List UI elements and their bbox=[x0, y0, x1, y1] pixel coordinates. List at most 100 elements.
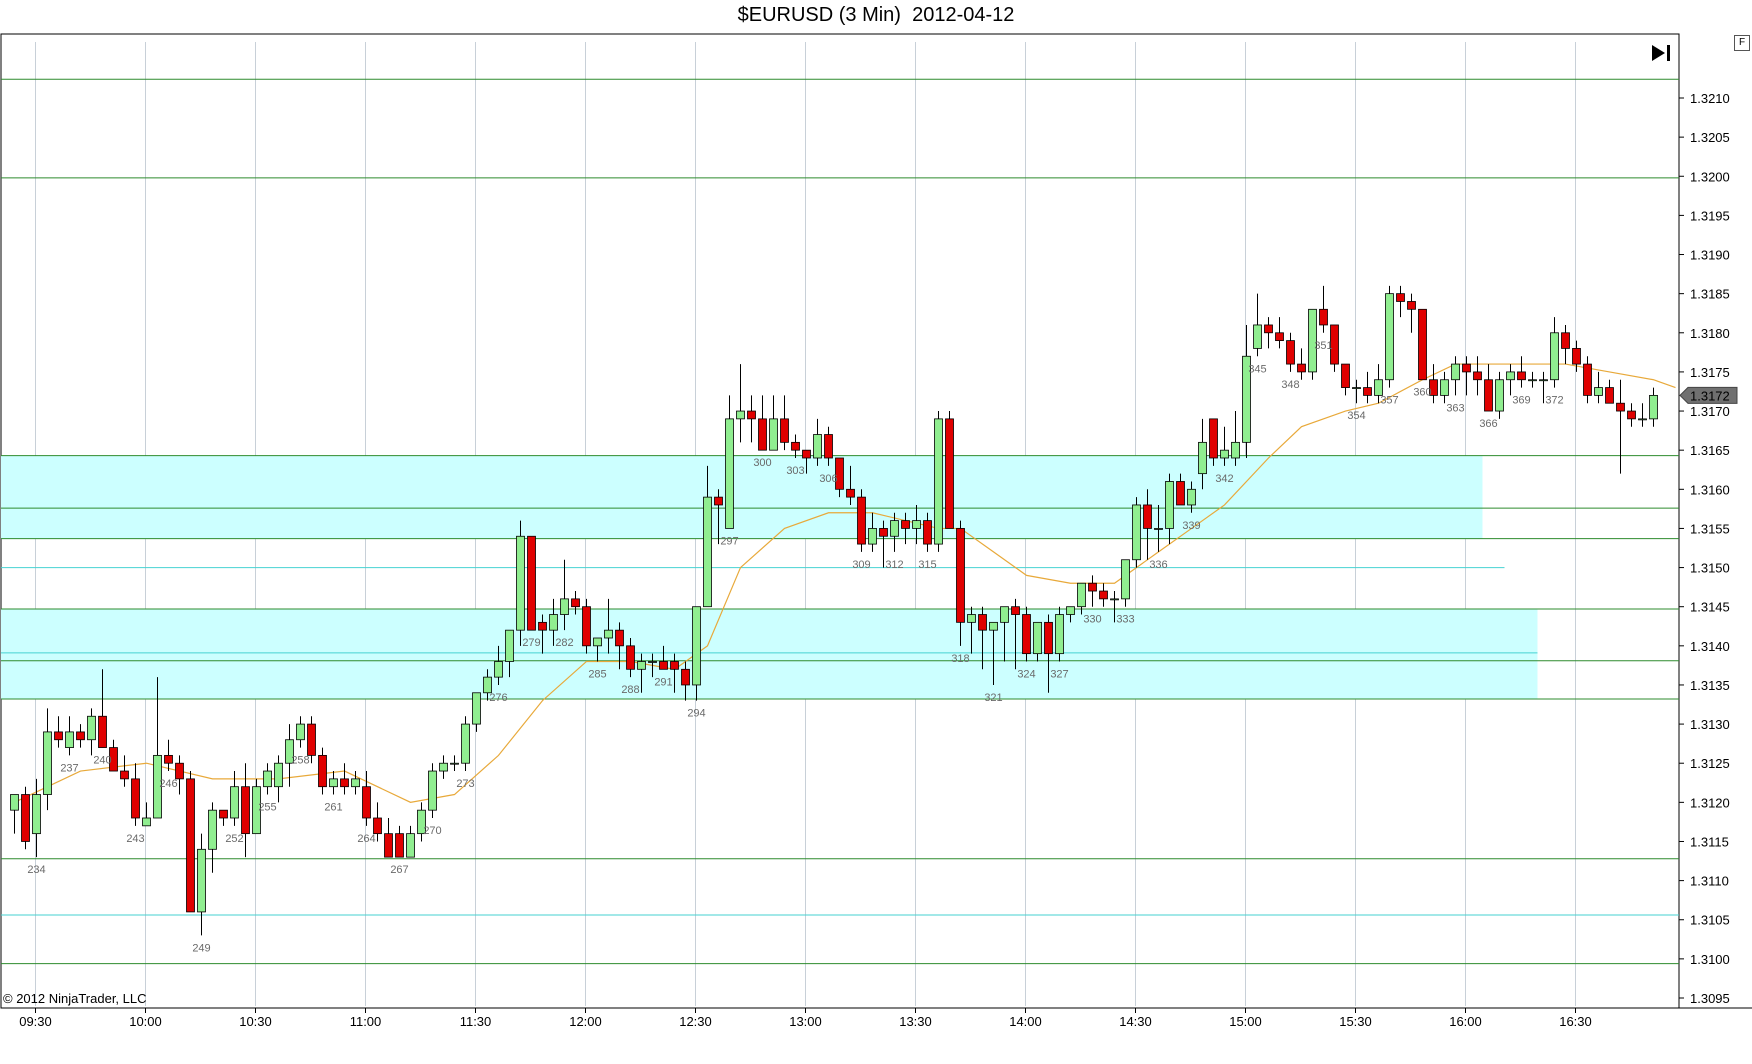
candle-body bbox=[1363, 387, 1372, 396]
candle-body bbox=[1451, 363, 1460, 381]
candle-body bbox=[890, 520, 899, 537]
candle bbox=[1264, 317, 1273, 349]
bar-number-label: 309 bbox=[852, 559, 870, 571]
bar-number-label: 285 bbox=[588, 668, 606, 680]
candle bbox=[329, 771, 338, 795]
candle-body bbox=[274, 762, 283, 788]
candle bbox=[65, 716, 74, 756]
x-tick-label: 10:30 bbox=[239, 1014, 272, 1029]
candle-body bbox=[373, 817, 382, 835]
bar-number-label: 354 bbox=[1347, 410, 1365, 422]
candle bbox=[758, 395, 767, 451]
candle-body bbox=[637, 661, 646, 670]
bar-number-label: 315 bbox=[918, 559, 936, 571]
candle bbox=[1132, 497, 1141, 568]
x-tick-label: 10:00 bbox=[129, 1014, 162, 1029]
y-tick-label: 1.3140 bbox=[1690, 639, 1730, 654]
candle bbox=[1088, 575, 1097, 607]
candle-body bbox=[1616, 402, 1625, 412]
candle bbox=[197, 833, 206, 936]
candle-body bbox=[989, 621, 998, 631]
candle-body bbox=[626, 645, 635, 670]
candle bbox=[857, 489, 866, 552]
bar-number-label: 240 bbox=[93, 755, 111, 767]
candle-body bbox=[1352, 387, 1361, 389]
y-tick-label: 1.3210 bbox=[1690, 91, 1730, 106]
candle-body bbox=[175, 762, 184, 780]
f-button[interactable]: F bbox=[1734, 35, 1750, 51]
candle-body bbox=[516, 535, 525, 631]
candle-body bbox=[1407, 301, 1416, 310]
candle-body bbox=[1539, 379, 1548, 382]
bar-number-label: 270 bbox=[423, 825, 441, 837]
candle-body bbox=[461, 723, 470, 764]
zone-rect bbox=[1, 455, 1483, 539]
candle-body bbox=[582, 606, 591, 647]
candle-body bbox=[483, 676, 492, 694]
candle-body bbox=[494, 661, 503, 678]
candle-body bbox=[384, 833, 393, 858]
y-tick-label: 1.3130 bbox=[1690, 717, 1730, 732]
candle-body bbox=[164, 754, 173, 764]
bar-number-label: 291 bbox=[654, 676, 672, 688]
candle bbox=[1022, 606, 1031, 662]
candle-body bbox=[65, 731, 74, 748]
x-tick-label: 15:30 bbox=[1339, 1014, 1372, 1029]
candle bbox=[450, 755, 459, 772]
zones bbox=[1, 455, 1538, 700]
last-price-marker: 1.3172 bbox=[1679, 386, 1738, 404]
bar-number-label: 366 bbox=[1479, 418, 1497, 430]
bar-number-label: 357 bbox=[1380, 395, 1398, 407]
candle bbox=[186, 771, 195, 913]
y-tick-label: 1.3145 bbox=[1690, 600, 1730, 615]
bar-number-label: 264 bbox=[357, 833, 375, 845]
candle bbox=[582, 598, 591, 654]
candle-body bbox=[1561, 332, 1570, 349]
candle-body bbox=[769, 418, 778, 451]
candle bbox=[43, 708, 52, 811]
candle-body bbox=[1044, 621, 1053, 655]
candle bbox=[461, 716, 470, 772]
last-price-label: 1.3172 bbox=[1690, 388, 1730, 403]
candle-body bbox=[813, 434, 822, 459]
candle bbox=[439, 755, 448, 779]
candle bbox=[208, 802, 217, 873]
y-tick-label: 1.3160 bbox=[1690, 482, 1730, 497]
candle-body bbox=[967, 614, 976, 623]
candle-body bbox=[428, 770, 437, 811]
candle-body bbox=[1396, 293, 1405, 302]
candle-body bbox=[1033, 621, 1042, 655]
candle bbox=[1319, 285, 1328, 333]
candle bbox=[527, 535, 536, 631]
candle-body bbox=[329, 778, 338, 788]
bar-number-label: 348 bbox=[1281, 379, 1299, 391]
candle-body bbox=[76, 731, 85, 741]
candle-body bbox=[1000, 606, 1009, 623]
x-tick-label: 09:30 bbox=[19, 1014, 52, 1029]
candle-body bbox=[241, 786, 250, 835]
candle bbox=[1253, 293, 1262, 357]
candle bbox=[1275, 317, 1284, 349]
candle bbox=[362, 771, 371, 826]
candle-body bbox=[450, 762, 459, 765]
candle-body bbox=[1121, 559, 1130, 600]
candle-body bbox=[1374, 379, 1383, 396]
candle bbox=[1418, 308, 1427, 381]
candle bbox=[54, 716, 63, 748]
candle bbox=[747, 395, 756, 443]
candle bbox=[1572, 340, 1581, 372]
y-tick-label: 1.3205 bbox=[1690, 130, 1730, 145]
candle bbox=[1286, 332, 1295, 372]
bar-number-label: 336 bbox=[1149, 559, 1167, 571]
y-tick-label: 1.3200 bbox=[1690, 169, 1730, 184]
candle-body bbox=[395, 833, 404, 858]
bar-number-label: 330 bbox=[1083, 614, 1101, 626]
y-tick-label: 1.3110 bbox=[1690, 874, 1729, 889]
bar-number-label: 345 bbox=[1248, 363, 1266, 375]
candle-body bbox=[142, 817, 151, 827]
candle bbox=[516, 520, 525, 646]
skip-to-end-button[interactable] bbox=[1648, 40, 1674, 66]
bar-number-label: 252 bbox=[225, 833, 243, 845]
candle-body bbox=[791, 441, 800, 451]
candle-body bbox=[1198, 441, 1207, 475]
